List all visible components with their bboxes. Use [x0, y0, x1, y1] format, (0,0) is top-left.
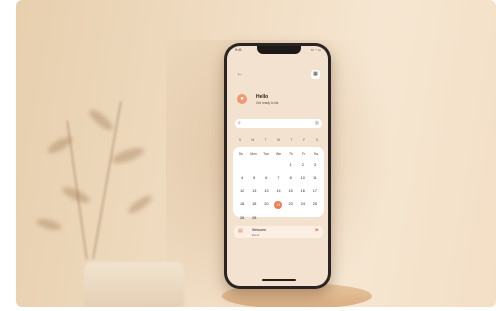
calendar-day[interactable]: 20 — [260, 201, 272, 208]
filter-icon[interactable]: ◎ — [315, 120, 319, 126]
day-header: Th — [289, 152, 293, 156]
calendar-day[interactable]: 18 — [248, 201, 260, 208]
calendar-day[interactable]: 28 — [248, 215, 260, 222]
search-input[interactable] — [244, 120, 306, 127]
event-title: Welcome — [252, 228, 267, 232]
event-item[interactable]: ▤ Welcome Event ⚑ — [234, 226, 323, 238]
week-strip-day[interactable]: T — [286, 138, 296, 142]
week-strip-day[interactable]: S — [312, 138, 322, 142]
home-indicator — [262, 279, 296, 281]
dried-leaf — [125, 192, 155, 217]
person-icon[interactable]: ● — [237, 94, 247, 104]
calendar-day[interactable]: 26 — [236, 215, 248, 222]
week-strip-day[interactable]: T — [261, 138, 271, 142]
day-header: Sn — [238, 152, 244, 156]
calendar-day[interactable]: 17 — [309, 188, 321, 195]
calendar-day[interactable]: 24 — [297, 201, 309, 208]
dried-leaf — [86, 106, 116, 134]
day-header: Tue — [263, 152, 269, 156]
calendar-day[interactable]: 12 — [236, 188, 248, 195]
calendar-day-selected[interactable]: 21 — [274, 200, 283, 209]
search-bar[interactable]: ⌕ ◎ — [235, 119, 322, 128]
calendar-day — [260, 162, 272, 169]
calendar-day[interactable]: 5 — [248, 175, 260, 182]
calendar-day[interactable]: 11 — [309, 175, 321, 182]
phone-mockup: 9:41 ▪▪ ◔ ▭ ← ▦ ● Hello Get ready to lis… — [224, 43, 331, 289]
week-strip-day[interactable]: M — [248, 138, 258, 142]
calendar-day[interactable]: 1 — [285, 162, 297, 169]
vase — [84, 262, 184, 307]
calendar-day[interactable]: 13 — [260, 188, 272, 195]
week-strip-day[interactable]: S — [235, 138, 245, 142]
calendar-day — [236, 162, 248, 169]
calendar-day[interactable]: 6 — [260, 175, 272, 182]
day-header: We — [275, 152, 282, 156]
calendar-day[interactable]: 25 — [309, 201, 321, 208]
week-strip-day[interactable]: F — [299, 138, 309, 142]
calendar-card: Sn Mon Tue We Th Fr Sa 1 2 3 4 5 6 7 8 10 11 12 13 13 14 15 1… — [233, 147, 324, 220]
greeting-subtitle: Get ready to list — [256, 101, 279, 105]
calendar-day[interactable]: 23 — [285, 201, 297, 208]
week-strip-day[interactable]: W — [273, 138, 283, 142]
calendar-day[interactable]: 3 — [309, 162, 321, 169]
greeting-title: Hello — [256, 94, 269, 100]
calendar-day[interactable]: 16 — [297, 188, 309, 195]
calendar-day — [272, 162, 284, 169]
calendar-day[interactable]: 13 — [248, 188, 260, 195]
dried-leaf — [35, 216, 63, 233]
calendar-day[interactable]: 7 — [272, 175, 284, 182]
arrow-left-icon[interactable]: ← — [237, 71, 243, 77]
calendar-icon: ▤ — [238, 228, 243, 234]
event-subtitle: Event — [252, 233, 260, 237]
status-time: 9:41 — [235, 48, 242, 52]
search-icon: ⌕ — [238, 120, 241, 126]
day-header: Mon — [250, 152, 257, 156]
calendar-day[interactable]: 4 — [236, 175, 248, 182]
calendar-grid: 1 2 3 4 5 6 7 8 10 11 12 13 13 14 15 16 17 18 18 20 21 23 24 25… — [236, 162, 321, 222]
calendar-day-headers: Sn Mon Tue We Th Fr Sa — [236, 152, 321, 156]
dried-leaf — [110, 144, 146, 167]
app-screen: 9:41 ▪▪ ◔ ▭ ← ▦ ● Hello Get ready to lis… — [227, 46, 328, 286]
calendar-day[interactable]: 14 — [272, 188, 284, 195]
status-icons: ▪▪ ◔ ▭ — [311, 48, 321, 52]
flag-icon[interactable]: ⚑ — [315, 228, 319, 234]
week-strip: SMTWTFS — [235, 138, 322, 142]
calendar-day — [248, 162, 260, 169]
grid-icon[interactable]: ▦ — [311, 70, 320, 79]
calendar-day[interactable]: 15 — [285, 188, 297, 195]
calendar-day[interactable]: 2 — [297, 162, 309, 169]
calendar-day[interactable]: 18 — [236, 201, 248, 208]
calendar-day[interactable]: 8 — [285, 175, 297, 182]
calendar-day[interactable]: 10 — [297, 175, 309, 182]
day-header: Fr — [301, 152, 306, 156]
phone-notch — [257, 46, 301, 54]
day-header: Sa — [313, 152, 319, 156]
